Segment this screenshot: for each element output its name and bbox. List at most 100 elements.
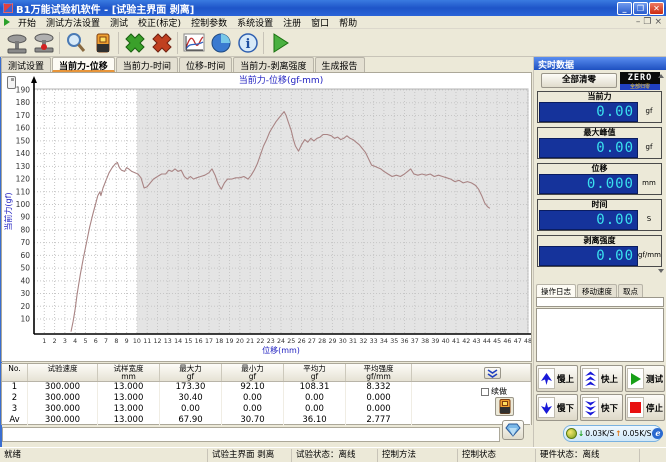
tab-displacement-time[interactable]: 位移-时间 [179,57,232,72]
close-button[interactable]: ✕ [649,2,664,15]
mdi-close-icon[interactable]: × [654,17,662,27]
log-tabs: 操作日志 移动速度 取点 [536,284,644,298]
table-row[interactable]: 1300.00013.000173.3092.10108.318.332 [2,382,531,393]
zoom-icon[interactable] [62,30,89,56]
info-icon[interactable]: i [234,30,261,56]
slow-up-button[interactable]: 慢上 [536,365,578,392]
play-icon [627,368,644,389]
zero-badge[interactable]: ZERO 全部归零 [620,72,660,90]
svg-text:14: 14 [174,338,182,345]
svg-text:1: 1 [42,338,46,345]
data-card-icon[interactable] [89,30,116,56]
svg-text:30: 30 [339,338,347,345]
collapse-table-button[interactable] [484,367,501,379]
tab-force-displacement[interactable]: 当前力-位移 [52,57,115,72]
svg-text:2: 2 [53,338,57,345]
status-ready: 就绪 [0,449,208,462]
menu-item-calibration[interactable]: 校正(标定) [133,16,186,29]
green-cross-icon[interactable] [121,30,148,56]
svg-text:31: 31 [349,338,357,345]
table-row-average[interactable]: Av300.00013.00067.9030.7036.102.777 [2,415,531,426]
test-button[interactable]: 测试 [625,365,665,392]
clear-all-button[interactable]: 全部清零 [541,73,617,88]
coin-icon [566,428,577,439]
continue-label: 续做 [491,386,507,397]
displacement-value: 0.000 [539,174,638,194]
svg-text:7: 7 [104,338,108,345]
display-peel-strength: 剥离强度 0.00gf/mm [537,235,662,267]
svg-text:22: 22 [256,338,264,345]
svg-text:位移(mm): 位移(mm) [262,345,300,355]
tab-operation-log[interactable]: 操作日志 [536,284,576,298]
svg-text:25: 25 [287,338,295,345]
table-row[interactable]: 3300.00013.0000.000.000.000.000 [2,404,531,415]
menu-item-start[interactable]: 开始 [13,16,41,29]
toolbar-separator [59,32,60,54]
start-icon[interactable] [266,30,293,56]
continue-checkbox[interactable]: 续做 [481,386,507,397]
peel-strength-value: 0.00 [539,246,638,266]
machine-busy-icon[interactable] [30,30,57,56]
minimize-button[interactable]: _ [617,2,632,15]
table-row[interactable]: 2300.00013.00030.400.000.000.000 [2,393,531,404]
force-displacement-chart[interactable]: 1020304050607080901001101201301401501601… [2,73,531,361]
scroll-down-icon[interactable] [658,269,664,273]
menu-item-test[interactable]: 测试 [105,16,133,29]
chart-page-icon[interactable] [7,76,16,89]
svg-text:42: 42 [462,338,470,345]
tab-force-peelstrength[interactable]: 当前力-剥离强度 [233,57,313,72]
up-single-icon [538,368,555,389]
slow-down-button[interactable]: 慢下 [536,394,578,421]
menu-item-method-setup[interactable]: 测试方法设置 [41,16,105,29]
menu-item-system-settings[interactable]: 系统设置 [232,16,278,29]
menu-item-control-params[interactable]: 控制参数 [186,16,232,29]
svg-text:5: 5 [83,338,87,345]
stop-icon [627,397,644,418]
svg-text:24: 24 [277,338,285,345]
restore-button[interactable]: ❐ [633,2,648,15]
tab-generate-report[interactable]: 生成报告 [315,57,365,72]
tab-move-speed[interactable]: 移动速度 [577,284,617,298]
tab-force-time[interactable]: 当前力-时间 [116,57,178,72]
scroll-up-icon[interactable] [658,74,664,78]
svg-text:180: 180 [16,98,31,107]
curves-icon[interactable] [180,30,207,56]
view-tabs: 测试设置 当前力-位移 当前力-时间 位移-时间 当前力-剥离强度 生成报告 [1,57,533,72]
tab-test-settings[interactable]: 测试设置 [1,57,51,72]
status-control-method: 控制方法 [378,449,458,462]
svg-text:27: 27 [308,338,316,345]
red-cross-icon[interactable] [148,30,175,56]
menu-item-help[interactable]: 帮助 [334,16,362,29]
mdi-minimize-icon[interactable]: – [636,17,641,27]
mdi-restore-icon[interactable]: ❐ [643,17,651,27]
svg-text:35: 35 [390,338,398,345]
display-time: 时间 0.00S [537,199,662,231]
net-speed-widget[interactable]: ↓ 0.03K/S ↑ 0.05K/S e [563,425,662,442]
log-list[interactable] [536,308,664,362]
svg-text:6: 6 [94,338,98,345]
svg-text:15: 15 [184,338,192,345]
menu-item-window[interactable]: 窗口 [306,16,334,29]
tab-pick-point[interactable]: 取点 [618,284,643,298]
max-peak-value: 0.00 [539,138,638,158]
gem-button[interactable] [502,420,524,440]
machine-icon[interactable] [3,30,30,56]
menu-item-register[interactable]: 注册 [278,16,306,29]
svg-text:28: 28 [318,338,326,345]
svg-text:90: 90 [20,213,30,222]
save-data-button[interactable] [495,397,514,416]
message-strip[interactable] [2,427,500,442]
svg-text:36: 36 [400,338,408,345]
fast-down-button[interactable]: 快下 [580,394,623,421]
svg-text:21: 21 [246,338,254,345]
log-input[interactable] [536,297,664,307]
download-speed: 0.03K/S [585,429,614,438]
checkbox-icon[interactable] [481,388,489,396]
svg-text:20: 20 [236,338,244,345]
svg-text:34: 34 [380,338,388,345]
mdi-window-controls[interactable]: – ❐ × [636,17,666,27]
stop-button[interactable]: 停止 [625,394,665,421]
pie-chart-icon[interactable] [207,30,234,56]
svg-text:10: 10 [20,315,30,324]
fast-up-button[interactable]: 快上 [580,365,623,392]
